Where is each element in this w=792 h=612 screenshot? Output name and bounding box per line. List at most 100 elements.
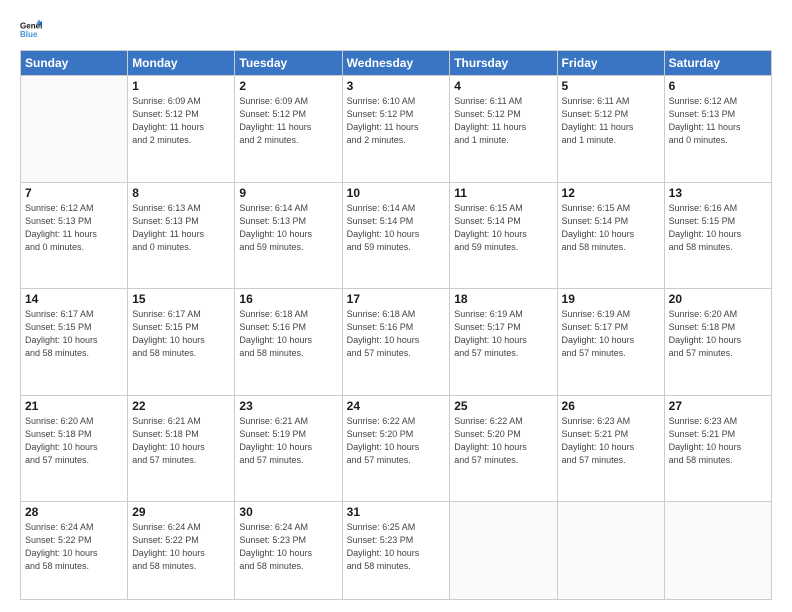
- day-number: 12: [562, 186, 660, 200]
- day-number: 27: [669, 399, 767, 413]
- day-cell: 12 Sunrise: 6:15 AM Sunset: 5:14 PM Dayli…: [557, 182, 664, 289]
- day-info: Sunrise: 6:12 AM Sunset: 5:13 PM Dayligh…: [669, 95, 767, 147]
- day-number: 21: [25, 399, 123, 413]
- day-info: Sunrise: 6:20 AM Sunset: 5:18 PM Dayligh…: [25, 415, 123, 467]
- day-info: Sunrise: 6:13 AM Sunset: 5:13 PM Dayligh…: [132, 202, 230, 254]
- day-cell: 15 Sunrise: 6:17 AM Sunset: 5:15 PM Dayli…: [128, 289, 235, 396]
- day-info: Sunrise: 6:17 AM Sunset: 5:15 PM Dayligh…: [25, 308, 123, 360]
- day-cell: 3Sunrise: 6:10 AM Sunset: 5:12 PM Daylig…: [342, 76, 450, 183]
- day-number: 30: [239, 505, 337, 519]
- weekday-monday: Monday: [128, 51, 235, 76]
- day-info: Sunrise: 6:14 AM Sunset: 5:14 PM Dayligh…: [347, 202, 446, 254]
- day-cell: 29 Sunrise: 6:24 AM Sunset: 5:22 PM Dayli…: [128, 502, 235, 600]
- day-number: 26: [562, 399, 660, 413]
- week-row-1: 1 Sunrise: 6:09 AM Sunset: 5:12 PM Daylig…: [21, 76, 772, 183]
- day-cell: 26 Sunrise: 6:23 AM Sunset: 5:21 PM Dayli…: [557, 395, 664, 502]
- day-info: Sunrise: 6:22 AM Sunset: 5:20 PM Dayligh…: [454, 415, 552, 467]
- day-info: Sunrise: 6:15 AM Sunset: 5:14 PM Dayligh…: [454, 202, 552, 254]
- weekday-friday: Friday: [557, 51, 664, 76]
- day-number: 7: [25, 186, 123, 200]
- day-number: 15: [132, 292, 230, 306]
- day-cell: 10 Sunrise: 6:14 AM Sunset: 5:14 PM Dayli…: [342, 182, 450, 289]
- day-number: 20: [669, 292, 767, 306]
- day-cell: 20 Sunrise: 6:20 AM Sunset: 5:18 PM Dayli…: [664, 289, 771, 396]
- day-info: Sunrise: 6:10 AM Sunset: 5:12 PM Dayligh…: [347, 95, 446, 147]
- day-number: 13: [669, 186, 767, 200]
- weekday-thursday: Thursday: [450, 51, 557, 76]
- day-number: 9: [239, 186, 337, 200]
- day-cell: 28 Sunrise: 6:24 AM Sunset: 5:22 PM Dayli…: [21, 502, 128, 600]
- day-cell: 2 Sunrise: 6:09 AM Sunset: 5:12 PM Daylig…: [235, 76, 342, 183]
- day-cell: 13Sunrise: 6:16 AM Sunset: 5:15 PM Dayli…: [664, 182, 771, 289]
- day-info: Sunrise: 6:20 AM Sunset: 5:18 PM Dayligh…: [669, 308, 767, 360]
- day-info: Sunrise: 6:15 AM Sunset: 5:14 PM Dayligh…: [562, 202, 660, 254]
- day-cell: 19 Sunrise: 6:19 AM Sunset: 5:17 PM Dayli…: [557, 289, 664, 396]
- day-number: 4: [454, 79, 552, 93]
- day-number: 23: [239, 399, 337, 413]
- day-number: 2: [239, 79, 337, 93]
- day-number: 28: [25, 505, 123, 519]
- day-info: Sunrise: 6:19 AM Sunset: 5:17 PM Dayligh…: [562, 308, 660, 360]
- day-number: 10: [347, 186, 446, 200]
- day-number: 19: [562, 292, 660, 306]
- logo: General Blue: [20, 18, 48, 40]
- day-info: Sunrise: 6:21 AM Sunset: 5:19 PM Dayligh…: [239, 415, 337, 467]
- svg-text:Blue: Blue: [20, 30, 38, 39]
- day-info: Sunrise: 6:21 AM Sunset: 5:18 PM Dayligh…: [132, 415, 230, 467]
- day-cell: 22 Sunrise: 6:21 AM Sunset: 5:18 PM Dayli…: [128, 395, 235, 502]
- day-cell: [664, 502, 771, 600]
- day-info: Sunrise: 6:23 AM Sunset: 5:21 PM Dayligh…: [562, 415, 660, 467]
- day-cell: 30 Sunrise: 6:24 AM Sunset: 5:23 PM Dayli…: [235, 502, 342, 600]
- day-number: 17: [347, 292, 446, 306]
- calendar-page: General Blue SundayMondayTuesdayWednesda…: [0, 0, 792, 612]
- day-info: Sunrise: 6:17 AM Sunset: 5:15 PM Dayligh…: [132, 308, 230, 360]
- week-row-3: 14Sunrise: 6:17 AM Sunset: 5:15 PM Dayli…: [21, 289, 772, 396]
- day-number: 8: [132, 186, 230, 200]
- day-cell: 25 Sunrise: 6:22 AM Sunset: 5:20 PM Dayli…: [450, 395, 557, 502]
- day-cell: 7 Sunrise: 6:12 AM Sunset: 5:13 PM Daylig…: [21, 182, 128, 289]
- day-cell: 18 Sunrise: 6:19 AM Sunset: 5:17 PM Dayli…: [450, 289, 557, 396]
- day-cell: 23 Sunrise: 6:21 AM Sunset: 5:19 PM Dayli…: [235, 395, 342, 502]
- day-cell: 5 Sunrise: 6:11 AM Sunset: 5:12 PM Daylig…: [557, 76, 664, 183]
- day-cell: [557, 502, 664, 600]
- day-number: 22: [132, 399, 230, 413]
- header: General Blue: [20, 18, 772, 40]
- day-number: 29: [132, 505, 230, 519]
- day-info: Sunrise: 6:22 AM Sunset: 5:20 PM Dayligh…: [347, 415, 446, 467]
- calendar-table: SundayMondayTuesdayWednesdayThursdayFrid…: [20, 50, 772, 600]
- week-row-2: 7 Sunrise: 6:12 AM Sunset: 5:13 PM Daylig…: [21, 182, 772, 289]
- day-info: Sunrise: 6:24 AM Sunset: 5:22 PM Dayligh…: [25, 521, 123, 573]
- day-number: 1: [132, 79, 230, 93]
- day-number: 11: [454, 186, 552, 200]
- weekday-sunday: Sunday: [21, 51, 128, 76]
- day-info: Sunrise: 6:25 AM Sunset: 5:23 PM Dayligh…: [347, 521, 446, 573]
- weekday-header-row: SundayMondayTuesdayWednesdayThursdayFrid…: [21, 51, 772, 76]
- day-info: Sunrise: 6:24 AM Sunset: 5:22 PM Dayligh…: [132, 521, 230, 573]
- day-info: Sunrise: 6:14 AM Sunset: 5:13 PM Dayligh…: [239, 202, 337, 254]
- day-number: 24: [347, 399, 446, 413]
- day-cell: 14Sunrise: 6:17 AM Sunset: 5:15 PM Dayli…: [21, 289, 128, 396]
- day-info: Sunrise: 6:12 AM Sunset: 5:13 PM Dayligh…: [25, 202, 123, 254]
- day-cell: [450, 502, 557, 600]
- day-info: Sunrise: 6:19 AM Sunset: 5:17 PM Dayligh…: [454, 308, 552, 360]
- day-info: Sunrise: 6:24 AM Sunset: 5:23 PM Dayligh…: [239, 521, 337, 573]
- weekday-wednesday: Wednesday: [342, 51, 450, 76]
- day-cell: 8 Sunrise: 6:13 AM Sunset: 5:13 PM Daylig…: [128, 182, 235, 289]
- day-info: Sunrise: 6:11 AM Sunset: 5:12 PM Dayligh…: [454, 95, 552, 147]
- day-cell: 4 Sunrise: 6:11 AM Sunset: 5:12 PM Daylig…: [450, 76, 557, 183]
- day-number: 31: [347, 505, 446, 519]
- day-cell: 11 Sunrise: 6:15 AM Sunset: 5:14 PM Dayli…: [450, 182, 557, 289]
- day-cell: 16Sunrise: 6:18 AM Sunset: 5:16 PM Dayli…: [235, 289, 342, 396]
- day-cell: 17Sunrise: 6:18 AM Sunset: 5:16 PM Dayli…: [342, 289, 450, 396]
- weekday-saturday: Saturday: [664, 51, 771, 76]
- day-cell: 6Sunrise: 6:12 AM Sunset: 5:13 PM Daylig…: [664, 76, 771, 183]
- day-info: Sunrise: 6:09 AM Sunset: 5:12 PM Dayligh…: [239, 95, 337, 147]
- weekday-tuesday: Tuesday: [235, 51, 342, 76]
- day-cell: 21 Sunrise: 6:20 AM Sunset: 5:18 PM Dayli…: [21, 395, 128, 502]
- logo-icon: General Blue: [20, 18, 42, 40]
- day-info: Sunrise: 6:18 AM Sunset: 5:16 PM Dayligh…: [239, 308, 337, 360]
- day-info: Sunrise: 6:11 AM Sunset: 5:12 PM Dayligh…: [562, 95, 660, 147]
- day-number: 18: [454, 292, 552, 306]
- day-number: 5: [562, 79, 660, 93]
- day-number: 25: [454, 399, 552, 413]
